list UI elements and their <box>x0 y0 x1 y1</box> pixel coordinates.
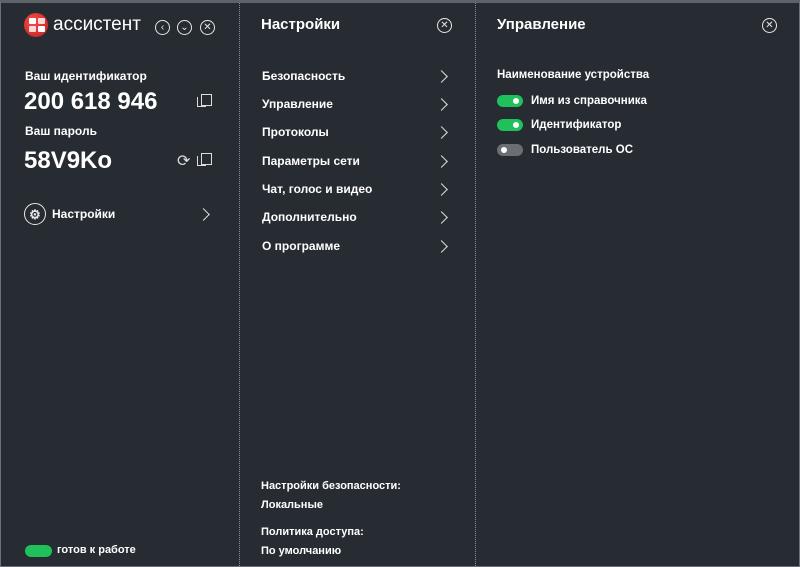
control-panel: Управление ✕ Наименование устройства Имя… <box>475 3 799 566</box>
close-settings-icon[interactable]: ✕ <box>437 18 452 33</box>
item-label: Чат, голос и видео <box>262 182 373 196</box>
settings-panel: Настройки ✕ Безопасность Управление Прот… <box>239 3 475 566</box>
toggle-os-user[interactable] <box>497 144 523 156</box>
settings-item-advanced[interactable]: Дополнительно <box>262 206 452 228</box>
chevron-right-icon <box>197 207 210 221</box>
logo-icon <box>24 13 48 37</box>
copy-password-icon[interactable] <box>197 153 212 166</box>
chevron-right-icon <box>435 210 448 224</box>
item-label: Параметры сети <box>262 154 360 168</box>
option-label: Идентификатор <box>531 119 622 131</box>
security-label: Настройки безопасности: <box>261 480 401 492</box>
status-indicator <box>25 545 52 557</box>
toggle-identifier[interactable] <box>497 119 523 131</box>
chevron-right-icon <box>435 69 448 83</box>
item-label: Безопасность <box>262 69 346 83</box>
chevron-right-icon <box>435 154 448 168</box>
id-value: 200 618 946 <box>24 88 158 115</box>
item-label: О программе <box>262 239 341 253</box>
main-panel: ассистент ‹ ⌄ ✕ Ваш идентификатор 200 61… <box>1 3 239 566</box>
password-label: Ваш пароль <box>25 124 97 138</box>
settings-button[interactable]: ⚙ Настройки <box>24 203 214 225</box>
toggle-directory-name[interactable] <box>497 95 523 107</box>
status-text: готов к работе <box>57 544 136 556</box>
chevron-right-icon <box>435 182 448 196</box>
password-value: 58V9Ko <box>24 147 113 174</box>
copy-id-icon[interactable] <box>197 94 212 107</box>
settings-item-control[interactable]: Управление <box>262 93 452 115</box>
settings-item-about[interactable]: О программе <box>262 235 452 257</box>
security-value: Локальные <box>261 499 323 511</box>
option-label: Имя из справочника <box>531 95 647 107</box>
settings-item-protocols[interactable]: Протоколы <box>262 121 452 143</box>
settings-item-security[interactable]: Безопасность <box>262 65 452 87</box>
item-label: Протоколы <box>262 125 329 139</box>
app-title: ассистент <box>53 14 141 35</box>
chevron-right-icon <box>435 125 448 139</box>
item-label: Дополнительно <box>262 210 357 224</box>
settings-item-chat[interactable]: Чат, голос и видео <box>262 178 452 200</box>
chevron-right-icon <box>435 239 448 253</box>
back-icon[interactable]: ‹ <box>155 20 170 35</box>
control-title: Управление <box>497 16 586 33</box>
option-label: Пользователь ОС <box>531 144 633 156</box>
chevron-down-icon[interactable]: ⌄ <box>177 20 192 35</box>
id-label: Ваш идентификатор <box>25 69 147 83</box>
chevron-right-icon <box>435 97 448 111</box>
close-control-icon[interactable]: ✕ <box>762 18 777 33</box>
item-label: Управление <box>262 97 333 111</box>
gear-icon: ⚙ <box>24 203 46 225</box>
close-icon[interactable]: ✕ <box>200 20 215 35</box>
settings-label: Настройки <box>52 207 116 221</box>
policy-value: По умолчанию <box>261 545 342 557</box>
device-name-heading: Наименование устройства <box>497 69 650 81</box>
settings-item-network[interactable]: Параметры сети <box>262 150 452 172</box>
refresh-icon[interactable]: ⟳ <box>177 151 190 171</box>
policy-label: Политика доступа: <box>261 526 364 538</box>
settings-title: Настройки <box>261 16 341 33</box>
